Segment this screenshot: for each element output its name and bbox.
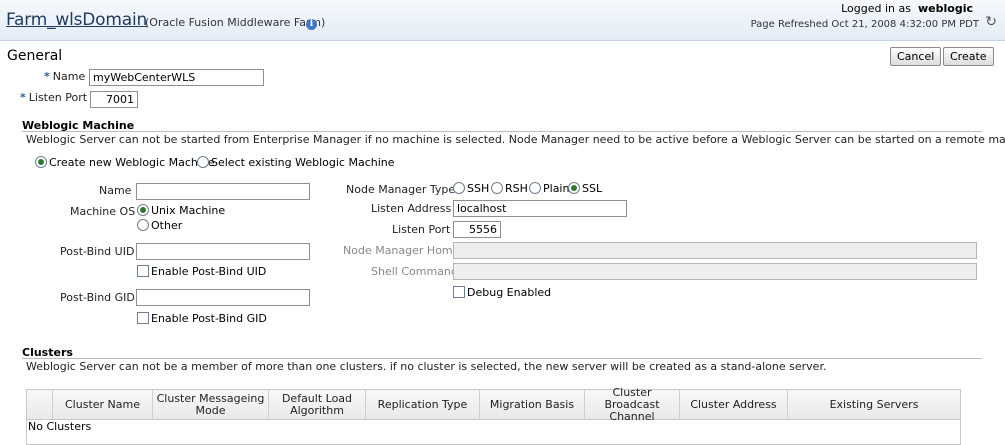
machine-name-label: Name [99,184,132,197]
logged-in-label: Logged in as [841,2,911,15]
os-unix-label: Unix Machine [151,204,226,217]
section-divider [22,131,982,132]
node-manager-home-label: Node Manager Home [343,244,460,257]
nm-listen-port-label: Listen Port [392,223,451,236]
section-divider [22,358,982,359]
farm-title-link[interactable]: Farm_wlsDomain [6,10,147,30]
listen-address-label: Listen Address [371,202,452,215]
post-bind-uid-label: Post-Bind UID [60,245,135,258]
radio-unselected[interactable] [491,182,503,194]
required-marker: * [44,70,50,83]
logged-in-user: weblogic [918,2,973,15]
shell-command-label: Shell Command [371,265,458,278]
enable-post-bind-uid-option[interactable]: Enable Post-Bind UID [137,265,266,278]
nm-listen-port-input[interactable]: 5556 [453,221,501,238]
machine-os-label: Machine OS [70,205,136,218]
nm-rsh-label: RSH [505,182,528,195]
column-header-migration-basis[interactable]: Migration Basis [480,390,585,420]
empty-table-message: No Clusters [28,420,92,433]
node-manager-home-input[interactable] [453,242,977,259]
nm-ssh-label: SSH [467,182,490,195]
server-name-input[interactable]: myWebCenterWLS [89,69,264,86]
column-header-existing-servers[interactable]: Existing Servers [788,390,960,420]
select-existing-machine-option[interactable]: Select existing Weblogic Machine [197,156,395,169]
radio-unselected[interactable] [197,156,209,168]
required-marker: * [20,91,26,104]
create-new-machine-label: Create new Weblogic Machine [49,156,215,169]
listen-address-input[interactable]: localhost [453,200,627,217]
nm-ssh-option[interactable]: SSH [453,182,489,195]
os-unix-option[interactable]: Unix Machine [137,204,225,217]
debug-enabled-option[interactable]: Debug Enabled [453,286,551,299]
column-header-cluster-name[interactable]: Cluster Name [53,390,153,420]
os-other-option[interactable]: Other [137,219,182,232]
nm-plain-option[interactable]: Plain [529,182,569,195]
post-bind-uid-input[interactable] [136,243,310,260]
checkbox[interactable] [137,265,149,277]
clusters-table-header: Cluster Name Cluster Messageing Mode Def… [27,387,960,423]
radio-unselected[interactable] [137,219,149,231]
os-other-label: Other [151,219,183,232]
farm-subtitle: (Oracle Fusion Middleware Farm) [145,16,326,29]
weblogic-machine-description: Weblogic Server can not be started from … [26,133,1005,146]
radio-unselected[interactable] [529,182,541,194]
nm-ssl-option[interactable]: SSL [568,182,602,195]
select-column-header [27,390,53,420]
create-button[interactable]: Create [943,47,994,66]
column-header-replication-type[interactable]: Replication Type [366,390,480,420]
nm-plain-label: Plain [543,182,570,195]
post-bind-gid-input[interactable] [136,289,310,306]
column-header-cluster-address[interactable]: Cluster Address [680,390,788,420]
column-header-messaging-mode[interactable]: Cluster Messageing Mode [153,390,269,420]
column-header-broadcast-channel[interactable]: Cluster Broadcast Channel [585,387,680,423]
refresh-icon[interactable]: ↻ [985,14,997,30]
logged-in-status: Logged in as weblogic [841,2,973,15]
clusters-table: Cluster Name Cluster Messageing Mode Def… [26,387,961,445]
radio-selected[interactable] [568,182,580,194]
machine-name-input[interactable] [136,183,310,200]
checkbox[interactable] [453,286,465,298]
create-new-machine-option[interactable]: Create new Weblogic Machine [35,156,215,169]
column-header-load-algorithm[interactable]: Default Load Algorithm [269,390,366,420]
nm-ssl-label: SSL [582,182,603,195]
server-name-label-text: Name [52,70,86,83]
radio-selected[interactable] [35,156,47,168]
cancel-button[interactable]: Cancel [890,47,942,66]
server-listen-port-input[interactable]: 7001 [90,91,138,108]
page-header: Farm_wlsDomain (Oracle Fusion Middleware… [0,0,1005,41]
node-manager-type-label: Node Manager Type [346,183,456,196]
clusters-description: Weblogic Server can not be a member of m… [26,360,827,373]
enable-post-bind-gid-option[interactable]: Enable Post-Bind GID [137,312,267,325]
page-refreshed-text: Page Refreshed Oct 21, 2008 4:32:00 PM P… [750,19,979,30]
select-existing-machine-label: Select existing Weblogic Machine [211,156,395,169]
post-bind-gid-label: Post-Bind GID [60,291,135,304]
info-icon[interactable]: i [306,19,317,30]
radio-selected[interactable] [137,204,149,216]
server-listen-port-label-text: Listen Port [28,91,88,104]
checkbox[interactable] [137,312,149,324]
server-listen-port-label: * Listen Port [20,91,87,104]
debug-enabled-label: Debug Enabled [467,286,552,299]
shell-command-input[interactable] [453,263,977,280]
radio-unselected[interactable] [453,182,465,194]
general-section-title: General [7,48,63,64]
enable-post-bind-gid-label: Enable Post-Bind GID [151,312,267,325]
enable-post-bind-uid-label: Enable Post-Bind UID [151,265,267,278]
server-name-label: * Name [44,70,85,83]
nm-rsh-option[interactable]: RSH [491,182,528,195]
